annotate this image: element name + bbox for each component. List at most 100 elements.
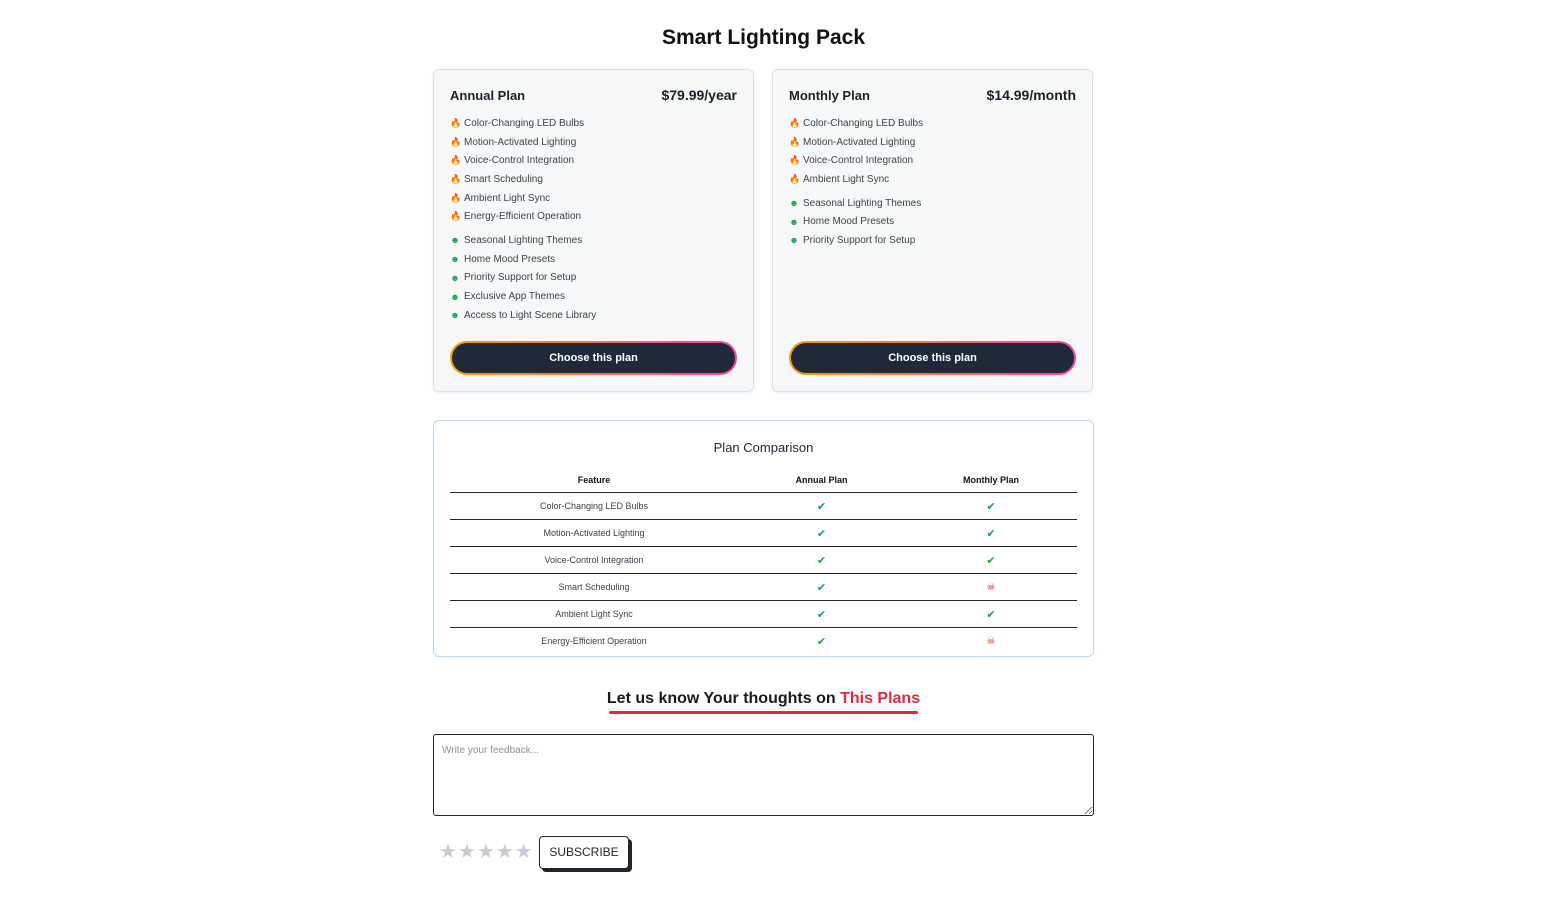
feature-item: 🔥 Energy-Efficient Operation [450, 207, 596, 226]
table-header-row: Feature Annual Plan Monthly Plan [450, 468, 1077, 493]
smile-icon: ☻ [789, 216, 799, 227]
feature-label: Priority Support for Setup [803, 234, 916, 246]
feature-label: Color-Changing LED Bulbs [803, 117, 924, 129]
smile-icon: ☻ [450, 310, 460, 321]
extra-feature-item: ☻ Seasonal Lighting Themes [789, 194, 923, 213]
star-icon[interactable]: ★ [496, 842, 514, 862]
smile-icon: ☻ [450, 254, 460, 265]
feature-cell: Ambient Light Sync [450, 600, 738, 628]
feature-label: Access to Light Scene Library [464, 309, 597, 321]
check-icon: ✔ [816, 554, 827, 567]
smile-icon: ☻ [450, 272, 460, 283]
extra-feature-item: ☻ Priority Support for Setup [450, 269, 596, 288]
flame-icon: 🔥 [789, 155, 801, 166]
check-icon: ✔ [986, 554, 996, 567]
feature-label: Color-Changing LED Bulbs [464, 117, 585, 129]
annual-cell: ✔ [738, 628, 905, 655]
flame-icon: 🔥 [450, 155, 462, 166]
feature-item: 🔥 Motion-Activated Lighting [789, 133, 923, 152]
feature-item: 🔥 Color-Changing LED Bulbs [789, 114, 923, 133]
smile-icon: ☻ [450, 235, 460, 246]
feature-label: Voice-Control Integration [803, 155, 914, 167]
table-row: Energy-Efficient Operation ✔ ☠ [450, 628, 1077, 655]
flame-icon: 🔥 [450, 136, 462, 147]
feature-label: Energy-Efficient Operation [464, 211, 582, 223]
extra-feature-item: ☻ Home Mood Presets [450, 250, 596, 269]
feature-label: Exclusive App Themes [464, 291, 565, 303]
feature-label: Smart Scheduling [464, 173, 543, 185]
annual-cell: ✔ [738, 492, 905, 520]
extra-feature-item: ☻ Exclusive App Themes [450, 287, 596, 306]
subscribe-button[interactable]: SUBSCRIBE [539, 836, 629, 869]
plan-header: Annual Plan $79.99/year [450, 87, 737, 106]
skull-icon: ☠ [986, 581, 996, 593]
comparison-title: Plan Comparison [713, 440, 814, 455]
star-icon[interactable]: ★ [515, 842, 533, 862]
column-header: Monthly Plan [905, 468, 1077, 493]
flame-icon: 🔥 [450, 192, 462, 203]
star-icon[interactable]: ★ [458, 842, 476, 862]
annual-cell: ✔ [738, 519, 905, 547]
feature-cell: Smart Scheduling [450, 573, 738, 601]
feature-cell: Energy-Efficient Operation [541, 636, 647, 646]
plan-name: Monthly Plan [789, 88, 870, 103]
feature-label: Ambient Light Sync [464, 192, 551, 204]
annual-cell: ✔ [738, 546, 905, 574]
check-icon: ✔ [816, 635, 827, 648]
skull-icon: ☠ [986, 635, 996, 647]
flame-icon: 🔥 [450, 117, 462, 128]
feature-label: Motion-Activated Lighting [464, 136, 577, 148]
feature-item: 🔥 Ambient Light Sync [789, 170, 923, 189]
extra-feature-item: ☻ Home Mood Presets [789, 212, 923, 231]
monthly-cell: ✔ [905, 600, 1077, 628]
check-icon: ✔ [816, 500, 827, 513]
feature-item: 🔥 Color-Changing LED Bulbs [450, 114, 596, 133]
choose-plan-button[interactable]: Choose this plan [789, 341, 1076, 375]
check-icon: ✔ [816, 581, 827, 594]
check-icon: ✔ [986, 527, 996, 540]
star-rating: ★ ★ ★ ★ ★ [439, 842, 533, 862]
feature-label: Ambient Light Sync [803, 173, 890, 185]
comparison-table-body: Color-Changing LED Bulbs ✔ ✔ Motion-Activat… [450, 492, 1077, 655]
feedback-heading: Let us know Your thoughts on This Plans [433, 690, 1094, 714]
plan-card-monthly: Monthly Plan $14.99/month 🔥 Color-Changin… [772, 69, 1093, 392]
smile-icon: ☻ [450, 291, 460, 302]
table-row: Smart Scheduling ✔ ☠ [450, 573, 1077, 601]
extra-feature-item: ☻ Access to Light Scene Library [450, 306, 596, 325]
column-header: Feature [450, 468, 738, 493]
plan-price: $14.99/month [986, 87, 1076, 103]
plan-header: Monthly Plan $14.99/month [789, 87, 1076, 106]
table-row: Voice-Control Integration ✔ ✔ [450, 546, 1077, 574]
feature-item: 🔥 Smart Scheduling [450, 170, 596, 189]
choose-plan-button[interactable]: Choose this plan [450, 341, 737, 375]
monthly-cell: ☠ [905, 573, 1077, 601]
feature-cell: Color-Changing LED Bulbs [450, 492, 738, 520]
comparison-table: Feature Annual Plan Monthly Plan Color-C… [450, 468, 1077, 654]
feature-cell: Voice-Control Integration [450, 546, 738, 574]
monthly-cell: ✔ [905, 519, 1077, 547]
feature-item: 🔥 Voice-Control Integration [450, 151, 596, 170]
feature-item: 🔥 Motion-Activated Lighting [450, 133, 596, 152]
smile-icon: ☻ [789, 235, 799, 246]
extra-feature-item: ☻ Priority Support for Setup [789, 231, 923, 250]
page-title: Smart Lighting Pack [661, 26, 866, 49]
smile-icon: ☻ [789, 198, 799, 209]
feature-label: Home Mood Presets [803, 216, 895, 228]
check-icon: ✔ [816, 527, 827, 540]
table-row: Ambient Light Sync ✔ ✔ [450, 600, 1077, 628]
feature-item: 🔥 Voice-Control Integration [789, 151, 923, 170]
feature-label: Priority Support for Setup [464, 272, 577, 284]
star-icon[interactable]: ★ [439, 842, 457, 862]
plan-price: $79.99/year [661, 87, 737, 103]
page: Smart Lighting Pack Annual Plan $79.99/y… [433, 0, 1094, 869]
star-icon[interactable]: ★ [477, 842, 495, 862]
feedback-textarea[interactable] [433, 734, 1094, 816]
plans-section: Annual Plan $79.99/year 🔥 Color-Changing … [433, 69, 1094, 393]
heading-underline [608, 711, 919, 714]
plan-comparison-card: Plan Comparison Feature Annual Plan Mont… [433, 420, 1094, 657]
annual-cell: ✔ [738, 573, 905, 601]
feature-label: Voice-Control Integration [464, 155, 575, 167]
feature-item: 🔥 Ambient Light Sync [450, 189, 596, 208]
feature-list: 🔥 Color-Changing LED Bulbs 🔥 Motion-Activat… [789, 114, 923, 250]
feedback-heading-text: Let us know Your thoughts on This Plans [607, 690, 920, 714]
